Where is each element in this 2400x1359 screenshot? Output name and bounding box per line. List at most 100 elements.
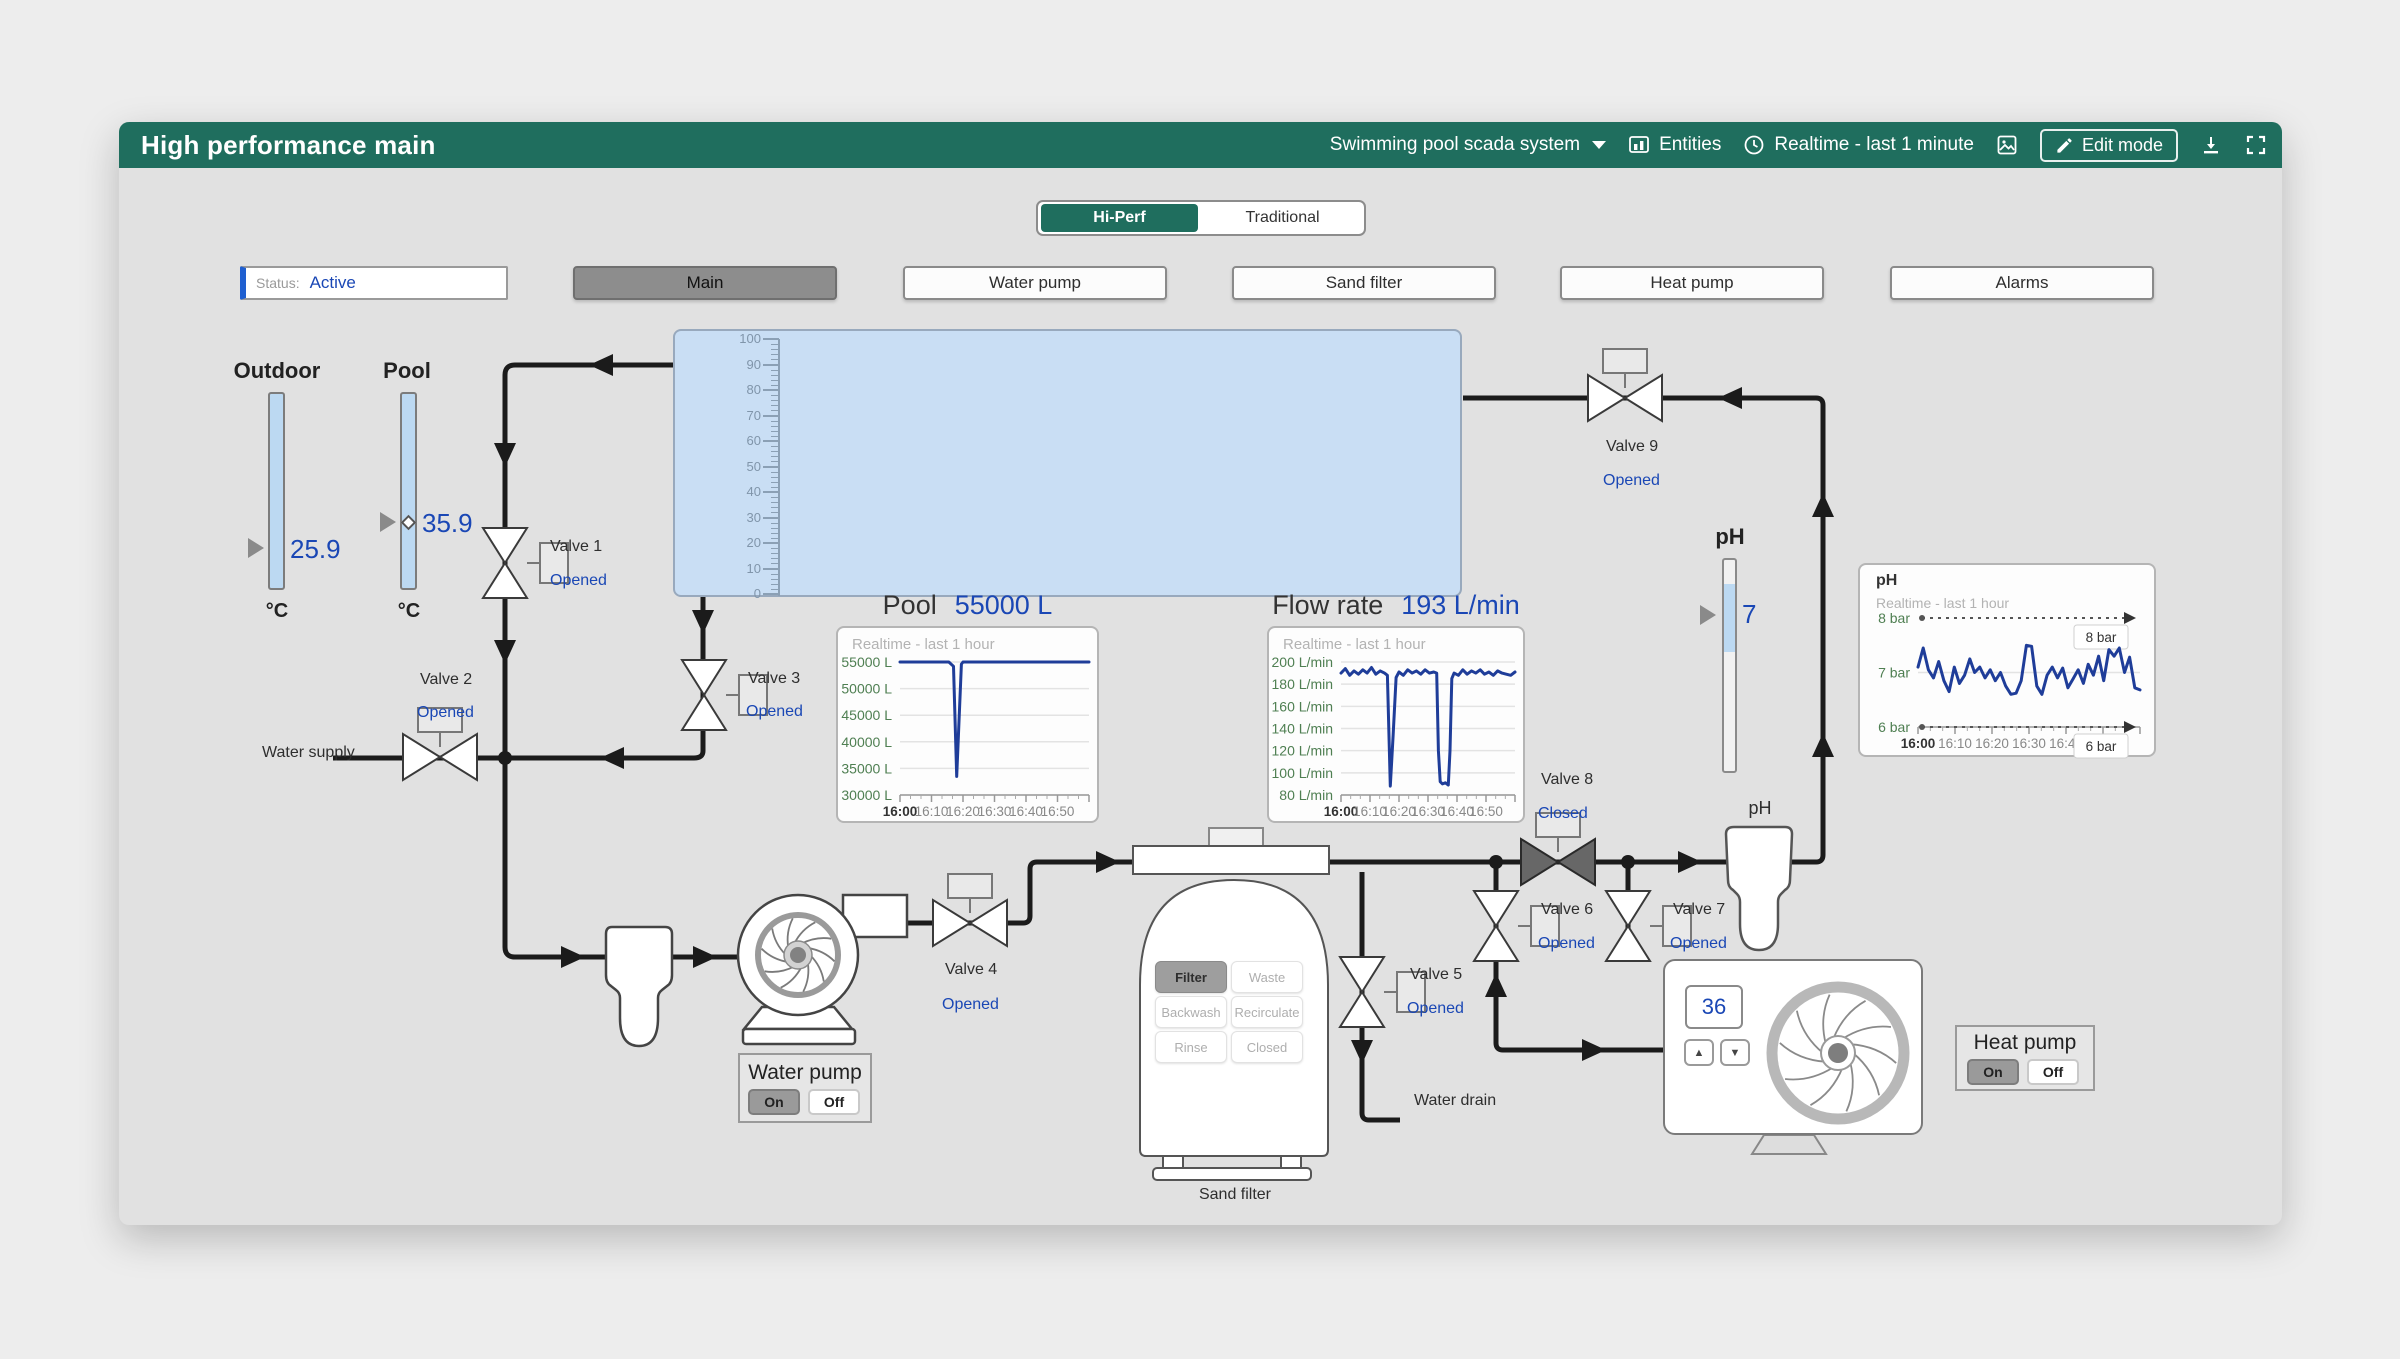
ph-vessel-label: pH — [1735, 798, 1785, 819]
view-tabs: Hi-Perf Traditional — [1036, 200, 1366, 236]
nav-button-alarms[interactable]: Alarms — [1890, 266, 2154, 300]
status-field[interactable]: Status: Active — [240, 266, 508, 300]
page-title: High performance main — [141, 130, 436, 161]
svg-text:16:20: 16:20 — [1975, 736, 2009, 751]
svg-text:16:10: 16:10 — [915, 804, 949, 819]
pool-temp-unit: °C — [384, 600, 434, 623]
water-pump-panel-title: Water pump — [740, 1061, 870, 1085]
water-pump-off-button[interactable]: Off — [808, 1089, 860, 1115]
svg-text:16:30: 16:30 — [978, 804, 1012, 819]
outdoor-pointer-icon — [248, 538, 264, 558]
svg-text:140 L/min: 140 L/min — [1272, 721, 1333, 737]
project-selector[interactable]: Swimming pool scada system — [1330, 134, 1606, 156]
heat-pump-on-button[interactable]: On — [1967, 1059, 2019, 1085]
setpoint-down-button[interactable]: ▼ — [1720, 1039, 1750, 1066]
nav-button-main[interactable]: Main — [573, 266, 837, 300]
svg-text:120 L/min: 120 L/min — [1272, 743, 1333, 759]
heat-pump-setpoint[interactable]: 36 — [1685, 985, 1743, 1029]
ph-chart: 8 bar7 bar6 bar16:0016:1016:2016:3016:40… — [1860, 565, 2158, 764]
ph-chart-panel: pH Realtime - last 1 hour 8 bar7 bar6 ba… — [1858, 563, 2156, 757]
pool-pointer-icon — [380, 512, 396, 532]
background-image-button[interactable] — [1995, 133, 2019, 157]
entities-icon — [1627, 133, 1651, 157]
download-icon — [2199, 133, 2223, 157]
heat-pump-fan — [1761, 976, 1915, 1130]
valve-status-7: Opened — [1670, 935, 1727, 953]
outdoor-thermometer-label: Outdoor — [227, 358, 327, 384]
svg-text:16:20: 16:20 — [946, 804, 980, 819]
heat-pump-panel: Heat pump On Off — [1955, 1025, 2095, 1091]
mode-button-closed[interactable]: Closed — [1231, 1031, 1303, 1063]
pool-temp-value: 35.9 — [422, 508, 473, 539]
ph-gauge-label: pH — [1705, 524, 1755, 550]
clock-icon — [1742, 133, 1766, 157]
realtime-range-button[interactable]: Realtime - last 1 minute — [1742, 133, 1974, 157]
scada-stage: High performance main Swimming pool scad… — [0, 0, 2400, 1359]
nav-button-water-pump[interactable]: Water pump — [903, 266, 1167, 300]
status-label: Status: — [256, 275, 300, 291]
outdoor-temp-value: 25.9 — [290, 534, 341, 565]
svg-text:16:50: 16:50 — [1469, 804, 1503, 819]
heat-pump-panel-title: Heat pump — [1957, 1031, 2093, 1055]
edit-mode-button[interactable]: Edit mode — [2040, 129, 2178, 162]
valve-name-6: Valve 6 — [1541, 901, 1593, 919]
svg-text:16:10: 16:10 — [1938, 736, 1972, 751]
fullscreen-button[interactable] — [2244, 133, 2268, 157]
ph-value: 7 — [1742, 599, 1756, 630]
mode-button-rinse[interactable]: Rinse — [1155, 1031, 1227, 1063]
flow-chart: 200 L/min180 L/min160 L/min140 L/min120 … — [1269, 628, 1527, 830]
valve-name-9: Valve 9 — [1606, 438, 1658, 456]
image-icon — [1995, 133, 2019, 157]
svg-text:80 L/min: 80 L/min — [1279, 787, 1333, 803]
flow-rate-readout: Flow rate 193 L/min — [1255, 590, 1537, 621]
nav-button-heat-pump[interactable]: Heat pump — [1560, 266, 1824, 300]
pool-chart: 55000 L50000 L45000 L40000 L35000 L30000… — [838, 628, 1101, 830]
valve-status-9: Opened — [1603, 472, 1660, 490]
svg-text:55000 L: 55000 L — [841, 654, 892, 670]
svg-text:50000 L: 50000 L — [841, 681, 892, 697]
valve-name-2: Valve 2 — [420, 671, 472, 689]
mode-button-waste[interactable]: Waste — [1231, 961, 1303, 993]
entities-button[interactable]: Entities — [1627, 133, 1721, 157]
valve-symbol-4[interactable] — [932, 873, 1008, 952]
svg-text:35000 L: 35000 L — [841, 760, 892, 776]
water-supply-label: Water supply — [262, 744, 355, 762]
flow-chart-panel: Realtime - last 1 hour 200 L/min180 L/mi… — [1267, 626, 1525, 823]
svg-text:16:40: 16:40 — [1009, 804, 1043, 819]
svg-text:200 L/min: 200 L/min — [1272, 654, 1333, 670]
svg-text:6 bar: 6 bar — [1878, 719, 1910, 735]
valve-status-5: Opened — [1407, 1000, 1464, 1018]
nav-button-sand-filter[interactable]: Sand filter — [1232, 266, 1496, 300]
pencil-icon — [2055, 136, 2074, 155]
valve-name-8: Valve 8 — [1541, 771, 1593, 789]
mode-button-filter[interactable]: Filter — [1155, 961, 1227, 993]
svg-text:16:50: 16:50 — [1041, 804, 1075, 819]
ph-pointer-icon — [1700, 605, 1716, 625]
valve-status-2: Opened — [417, 704, 474, 722]
mode-button-backwash[interactable]: Backwash — [1155, 996, 1227, 1028]
outdoor-thermometer — [268, 392, 285, 590]
water-drain-label: Water drain — [1414, 1092, 1496, 1110]
tab-traditional[interactable]: Traditional — [1204, 204, 1361, 232]
valve-symbol-9[interactable] — [1587, 348, 1663, 427]
setpoint-up-button[interactable]: ▲ — [1684, 1039, 1714, 1066]
mode-button-recirculate[interactable]: Recirculate — [1231, 996, 1303, 1028]
outdoor-temp-unit: °C — [252, 600, 302, 623]
ph-gauge — [1722, 558, 1737, 773]
tab-hi-perf[interactable]: Hi-Perf — [1041, 204, 1198, 232]
chevron-down-icon — [1592, 141, 1606, 149]
svg-text:40000 L: 40000 L — [841, 734, 892, 750]
svg-text:8 bar: 8 bar — [1878, 610, 1910, 626]
svg-text:7 bar: 7 bar — [1878, 665, 1910, 681]
valve-symbol-8[interactable] — [1520, 812, 1596, 891]
svg-text:160 L/min: 160 L/min — [1272, 698, 1333, 714]
valve-name-3: Valve 3 — [748, 670, 800, 688]
valve-status-3: Opened — [746, 703, 803, 721]
download-button[interactable] — [2199, 133, 2223, 157]
water-pump-on-button[interactable]: On — [748, 1089, 800, 1115]
heat-pump-off-button[interactable]: Off — [2027, 1059, 2079, 1085]
valve-status-8: Closed — [1538, 805, 1588, 823]
svg-text:8 bar: 8 bar — [2086, 630, 2117, 645]
svg-text:16:30: 16:30 — [2012, 736, 2046, 751]
pool-volume-readout: Pool 55000 L — [836, 590, 1099, 621]
